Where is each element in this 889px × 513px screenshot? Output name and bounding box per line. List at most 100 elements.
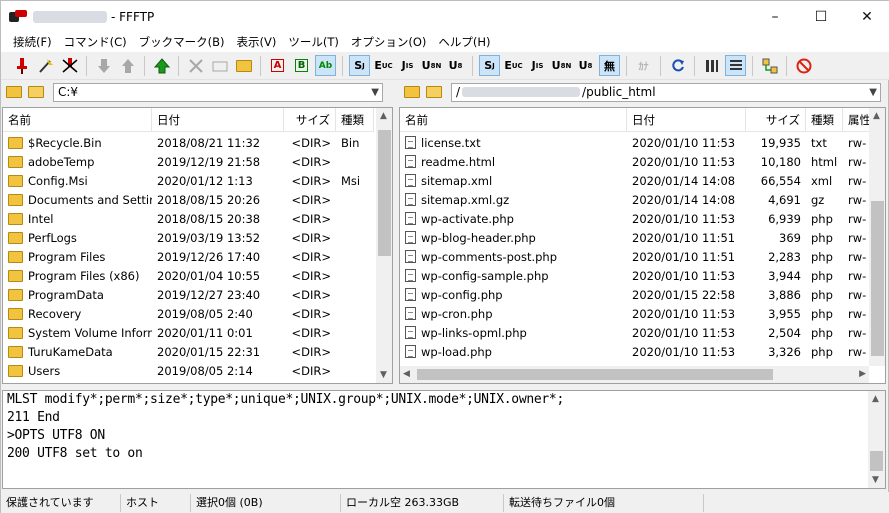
ascii-mode-icon[interactable]: A bbox=[267, 55, 288, 76]
remote-utf8-icon[interactable]: U8 bbox=[575, 55, 596, 76]
column-date[interactable]: 日付 bbox=[627, 108, 746, 132]
local-row[interactable]: Recovery 2019/08/05 2:40 <DIR> bbox=[3, 304, 374, 323]
chevron-down-icon[interactable]: ▼ bbox=[371, 87, 379, 98]
menu-view[interactable]: 表示(V) bbox=[230, 34, 282, 50]
local-row[interactable]: ProgramData 2019/12/27 23:40 <DIR> bbox=[3, 285, 374, 304]
remote-row[interactable]: sitemap.xml.gz 2020/01/14 14:08 4,691 gz rw- bbox=[400, 190, 871, 209]
column-attr[interactable]: 属性 bbox=[843, 108, 871, 132]
detail-view-icon[interactable] bbox=[725, 55, 746, 76]
scroll-left-icon[interactable]: ◀ bbox=[403, 369, 410, 379]
scroll-down-icon[interactable]: ▼ bbox=[380, 370, 387, 380]
menu-options[interactable]: オプション(O) bbox=[345, 34, 433, 50]
scroll-up-icon[interactable]: ▲ bbox=[872, 394, 879, 404]
remote-row[interactable]: wp-activate.php 2020/01/10 11:53 6,939 php r… bbox=[400, 209, 871, 228]
delete-icon[interactable] bbox=[185, 55, 206, 76]
remote-horizontal-scrollbar[interactable]: ◀ ▶ bbox=[400, 366, 869, 383]
local-parent-folder-button[interactable] bbox=[4, 83, 23, 101]
remote-row[interactable]: wp-blog-header.php 2020/01/10 11:51 369 php… bbox=[400, 228, 871, 247]
remote-scroll-thumb[interactable] bbox=[871, 201, 884, 356]
file-size: <DIR> bbox=[291, 325, 331, 340]
local-row[interactable]: System Volume Inform... 2020/01/11 0:01 <D… bbox=[3, 323, 374, 342]
utf8-icon[interactable]: U8 bbox=[445, 55, 466, 76]
upload-icon[interactable] bbox=[117, 55, 138, 76]
local-row[interactable]: Config.Msi 2020/01/12 1:13 <DIR> Msi bbox=[3, 171, 374, 190]
column-name[interactable]: 名前 bbox=[400, 108, 627, 132]
kana-convert-icon[interactable]: ｶﾅ bbox=[633, 55, 654, 76]
local-row[interactable]: Users 2019/08/05 2:14 <DIR> bbox=[3, 361, 374, 380]
remote-row[interactable]: wp-links-opml.php 2020/01/10 11:53 2,504 ph… bbox=[400, 323, 871, 342]
log-scroll-thumb[interactable] bbox=[870, 451, 883, 471]
menu-bookmark[interactable]: ブックマーク(B) bbox=[133, 34, 231, 50]
remote-row[interactable]: wp-comments-post.php 2020/01/10 11:51 2,28… bbox=[400, 247, 871, 266]
list-view-icon[interactable] bbox=[701, 55, 722, 76]
local-row[interactable]: Intel 2018/08/15 20:38 <DIR> bbox=[3, 209, 374, 228]
refresh-icon[interactable] bbox=[667, 55, 688, 76]
remote-row[interactable]: readme.html 2020/01/10 11:53 10,180 html rw- bbox=[400, 152, 871, 171]
scroll-up-icon[interactable]: ▲ bbox=[873, 111, 880, 121]
maximize-button[interactable]: ☐ bbox=[798, 1, 844, 32]
remote-parent-folder-button[interactable] bbox=[402, 83, 421, 101]
remote-row[interactable]: sitemap.xml 2020/01/14 14:08 66,554 xml rw- bbox=[400, 171, 871, 190]
menu-tools[interactable]: ツール(T) bbox=[282, 34, 345, 50]
menu-connect[interactable]: 接続(F) bbox=[7, 34, 58, 50]
remote-hscroll-thumb[interactable] bbox=[417, 369, 773, 380]
euc-icon[interactable]: E UC bbox=[373, 55, 394, 76]
chevron-down-icon[interactable]: ▼ bbox=[869, 87, 877, 98]
local-row[interactable]: Documents and Settin... 2018/08/15 20:26 <… bbox=[3, 190, 374, 209]
remote-euc-icon[interactable]: E UC bbox=[503, 55, 524, 76]
local-row[interactable]: $Recycle.Bin 2018/08/21 11:32 <DIR> Bin bbox=[3, 133, 374, 152]
menu-command[interactable]: コマンド(C) bbox=[58, 34, 133, 50]
connect-icon[interactable] bbox=[11, 55, 32, 76]
download-icon[interactable] bbox=[93, 55, 114, 76]
column-name[interactable]: 名前 bbox=[3, 108, 152, 132]
local-row[interactable]: Program Files 2019/12/26 17:40 <DIR> bbox=[3, 247, 374, 266]
file-icon bbox=[405, 250, 416, 263]
scroll-down-icon[interactable]: ▼ bbox=[872, 475, 879, 485]
remote-path-input[interactable]: / /public_html ▼ bbox=[451, 82, 881, 102]
auto-mode-icon[interactable]: Ab bbox=[315, 55, 336, 76]
log-vertical-scrollbar[interactable]: ▲ ▼ bbox=[868, 391, 885, 488]
new-folder-icon[interactable] bbox=[233, 55, 254, 76]
local-vertical-scrollbar[interactable]: ▲ ▼ bbox=[376, 108, 392, 383]
mirror-upload-icon[interactable] bbox=[151, 55, 172, 76]
remote-row[interactable]: wp-config-sample.php 2020/01/10 11:53 3,94… bbox=[400, 266, 871, 285]
binary-mode-icon[interactable]: B bbox=[291, 55, 312, 76]
column-size[interactable]: サイズ bbox=[284, 108, 336, 132]
remote-sjis-icon[interactable]: SJ bbox=[479, 55, 500, 76]
local-scroll-thumb[interactable] bbox=[378, 130, 391, 256]
scroll-right-icon[interactable]: ▶ bbox=[859, 369, 866, 379]
disconnect-icon[interactable] bbox=[59, 55, 80, 76]
no-conversion-icon[interactable]: 無 bbox=[599, 55, 620, 76]
column-size[interactable]: サイズ bbox=[746, 108, 806, 132]
remote-row[interactable]: wp-config.php 2020/01/15 22:58 3,886 php rw- bbox=[400, 285, 871, 304]
sjis-icon[interactable]: SJ bbox=[349, 55, 370, 76]
quick-connect-icon[interactable] bbox=[35, 55, 56, 76]
scroll-up-icon[interactable]: ▲ bbox=[380, 111, 387, 121]
local-row[interactable]: Program Files (x86) 2020/01/04 10:55 <DIR> bbox=[3, 266, 374, 285]
close-button[interactable]: ✕ bbox=[844, 1, 889, 32]
local-row[interactable]: adobeTemp 2019/12/19 21:58 <DIR> bbox=[3, 152, 374, 171]
local-open-folder-button[interactable] bbox=[26, 83, 45, 101]
remote-open-folder-button[interactable] bbox=[424, 83, 443, 101]
local-path-input[interactable]: C:¥ ▼ bbox=[53, 82, 383, 102]
minimize-button[interactable]: – bbox=[752, 1, 798, 32]
file-size: <DIR> bbox=[291, 211, 331, 226]
folder-icon bbox=[8, 288, 23, 301]
remote-row[interactable]: license.txt 2020/01/10 11:53 19,935 txt rw- bbox=[400, 133, 871, 152]
remote-utf8n-icon[interactable]: U 8N bbox=[551, 55, 572, 76]
abort-icon[interactable] bbox=[793, 55, 814, 76]
jis-icon[interactable]: J IS bbox=[397, 55, 418, 76]
remote-row[interactable]: wp-cron.php 2020/01/10 11:53 3,955 php rw- bbox=[400, 304, 871, 323]
rename-icon[interactable] bbox=[209, 55, 230, 76]
sync-browse-icon[interactable] bbox=[759, 55, 780, 76]
remote-row[interactable]: wp-load.php 2020/01/10 11:53 3,326 php rw- bbox=[400, 342, 871, 361]
local-row[interactable]: PerfLogs 2019/03/19 13:52 <DIR> bbox=[3, 228, 374, 247]
menu-help[interactable]: ヘルプ(H) bbox=[432, 34, 496, 50]
local-row[interactable]: TuruKameData 2020/01/15 22:31 <DIR> bbox=[3, 342, 374, 361]
remote-jis-icon[interactable]: J IS bbox=[527, 55, 548, 76]
column-type[interactable]: 種類 bbox=[806, 108, 843, 132]
utf8n-icon[interactable]: U 8N bbox=[421, 55, 442, 76]
remote-vertical-scrollbar[interactable]: ▲ bbox=[869, 108, 885, 366]
column-type[interactable]: 種類 bbox=[336, 108, 374, 132]
column-date[interactable]: 日付 bbox=[152, 108, 284, 132]
